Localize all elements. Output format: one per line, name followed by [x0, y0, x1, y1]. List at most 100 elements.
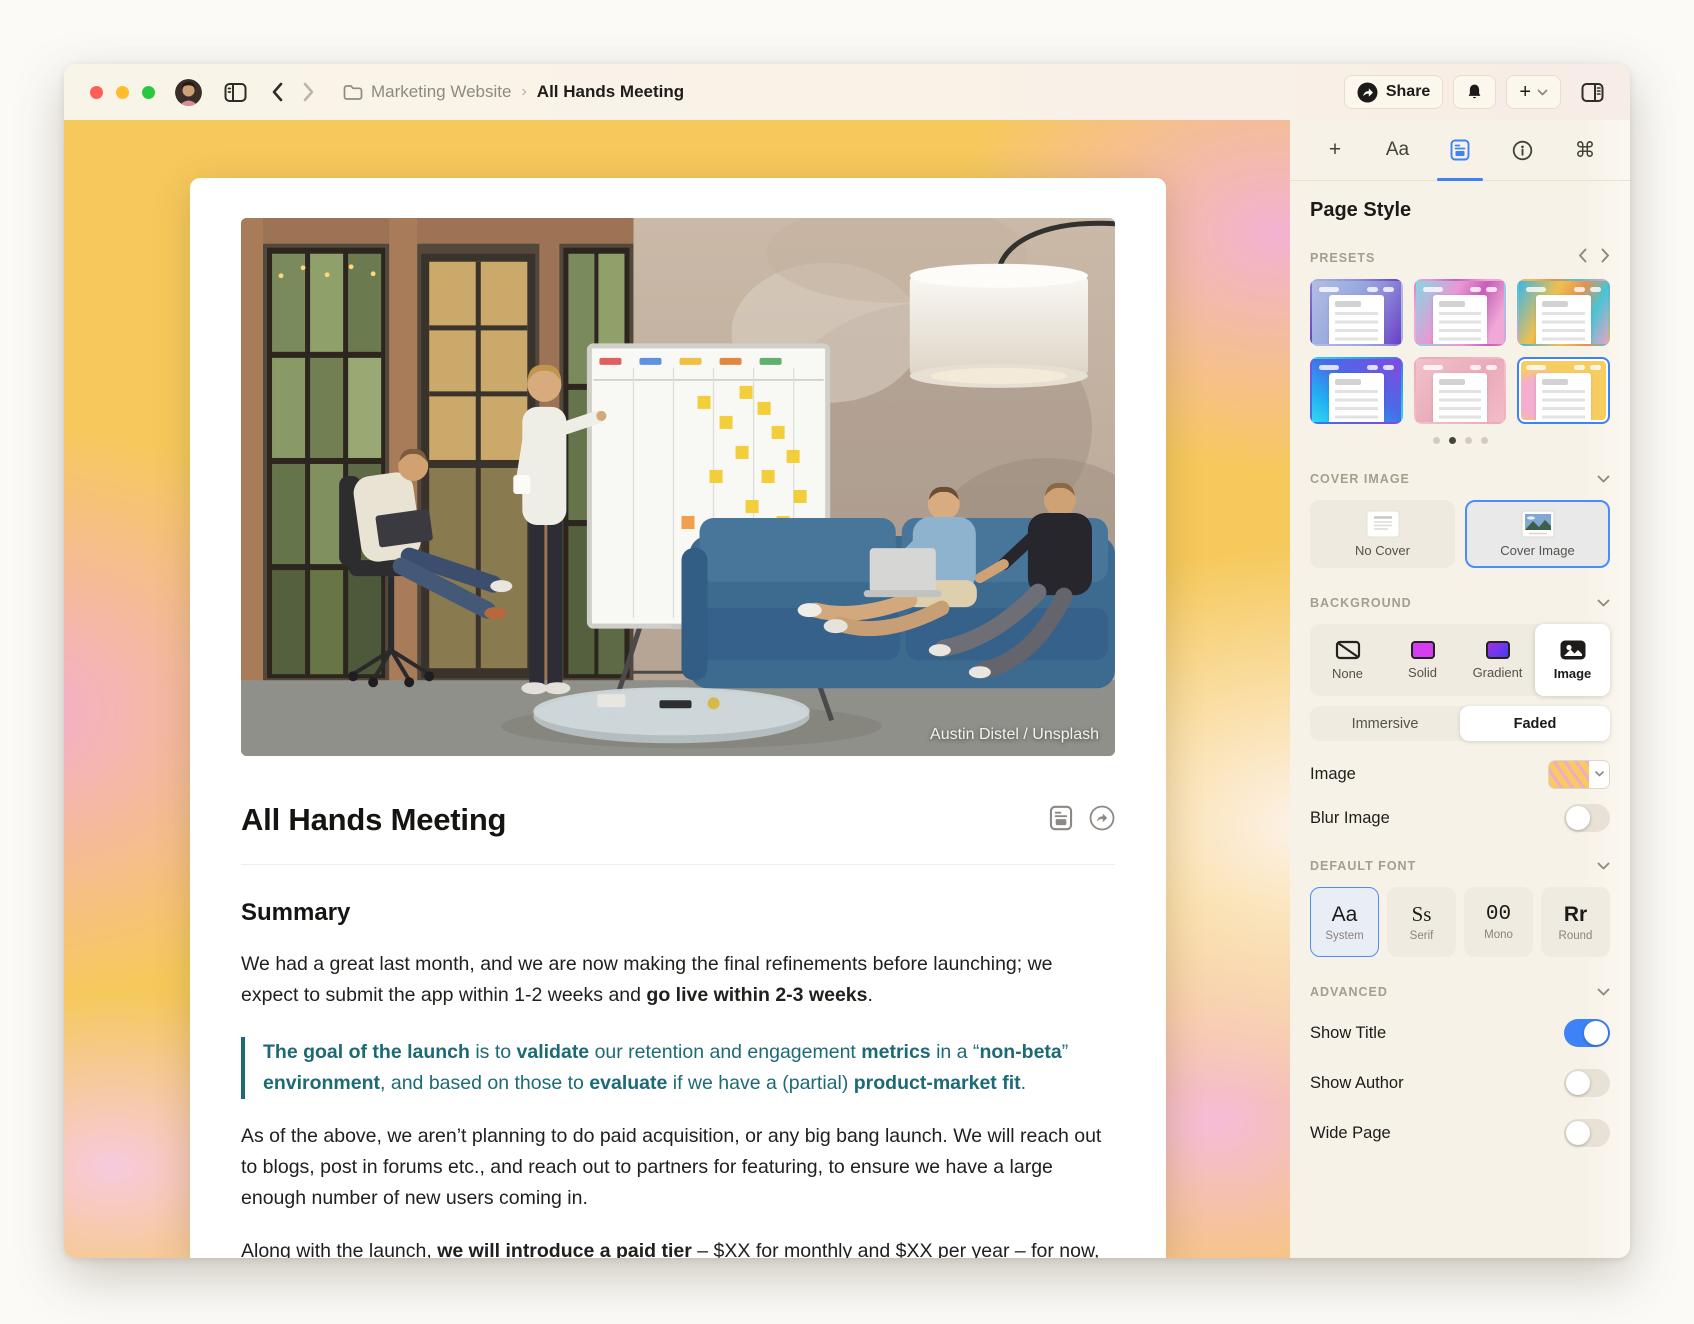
font-section-collapse-button[interactable]	[1597, 857, 1610, 875]
none-icon	[1335, 640, 1361, 660]
section-heading[interactable]: Summary	[241, 899, 1115, 927]
background-section-collapse-button[interactable]	[1597, 594, 1610, 612]
font-glyph: 00	[1486, 903, 1511, 926]
preset-thumbnail[interactable]	[1414, 279, 1507, 346]
avatar[interactable]	[175, 79, 202, 106]
cover-photo-illustration	[241, 218, 1115, 756]
paragraph[interactable]: We had a great last month, and we are no…	[241, 949, 1115, 1011]
preset-thumbnail[interactable]	[1310, 357, 1403, 424]
forward-button[interactable]	[303, 82, 315, 102]
share-button[interactable]: Share	[1344, 75, 1443, 109]
sidebar-left-icon	[224, 82, 247, 103]
info-icon	[1512, 140, 1533, 161]
preset-thumbnail-selected[interactable]	[1517, 357, 1610, 424]
show-author-label: Show Author	[1310, 1074, 1404, 1093]
solid-swatch-icon	[1411, 641, 1435, 659]
add-new-button[interactable]: +	[1506, 75, 1561, 109]
preset-thumbnail[interactable]	[1517, 279, 1610, 346]
breadcrumb-current[interactable]: All Hands Meeting	[537, 82, 684, 102]
show-title-toggle[interactable]	[1564, 1019, 1610, 1047]
presets-prev-button[interactable]	[1578, 248, 1587, 268]
tab-page-style[interactable]	[1445, 120, 1475, 181]
tab-text-style[interactable]: Aa	[1383, 120, 1413, 181]
cover-image-option-selected[interactable]: Cover Image	[1465, 500, 1610, 568]
cover-image[interactable]: Austin Distel / Unsplash	[241, 218, 1115, 756]
preset-thumbnail[interactable]	[1310, 279, 1403, 346]
wide-page-toggle[interactable]	[1564, 1119, 1610, 1147]
tab-info[interactable]	[1508, 120, 1538, 181]
cover-image-label: COVER IMAGE	[1310, 472, 1410, 486]
font-option-round[interactable]: Rr Round	[1541, 887, 1610, 957]
folder-icon	[343, 84, 363, 101]
tab-add-block[interactable]: +	[1320, 120, 1350, 181]
show-author-toggle[interactable]	[1564, 1069, 1610, 1097]
font-option-serif[interactable]: Ss Serif	[1387, 887, 1456, 957]
command-icon: ⌘	[1575, 138, 1596, 163]
page-title[interactable]: All Hands Meeting	[241, 802, 506, 838]
page-dot	[1465, 437, 1472, 444]
wide-page-label: Wide Page	[1310, 1124, 1391, 1143]
background-option-solid[interactable]: Solid	[1385, 624, 1460, 696]
toggle-right-sidebar-button[interactable]	[1581, 82, 1604, 103]
no-cover-option[interactable]: No Cover	[1310, 500, 1455, 568]
document-icon	[1366, 510, 1400, 538]
share-page-button[interactable]	[1089, 805, 1115, 836]
mode-faded-selected[interactable]: Faded	[1460, 706, 1610, 741]
background-option-none[interactable]: None	[1310, 624, 1385, 696]
close-button[interactable]	[90, 86, 103, 99]
preset-thumbnail[interactable]	[1414, 357, 1507, 424]
notifications-button[interactable]	[1453, 75, 1496, 109]
chevron-right-icon	[303, 82, 315, 102]
tab-shortcuts[interactable]: ⌘	[1570, 120, 1600, 181]
window-controls	[90, 86, 155, 99]
background-option-image-selected[interactable]: Image	[1535, 624, 1610, 696]
minimize-button[interactable]	[116, 86, 129, 99]
blur-image-toggle[interactable]	[1564, 804, 1610, 832]
font-options: Aa System Ss Serif 00 Mono Rr Round	[1310, 887, 1610, 957]
breadcrumb: Marketing Website › All Hands Meeting	[343, 82, 684, 102]
page-dot	[1433, 437, 1440, 444]
chevron-down-icon	[1537, 89, 1548, 96]
page-style-icon	[1450, 139, 1470, 161]
preset-preview	[1433, 373, 1488, 424]
gradient-swatch-icon	[1486, 641, 1510, 659]
plus-icon: +	[1329, 138, 1341, 162]
font-option-system-selected[interactable]: Aa System	[1310, 887, 1379, 957]
sidebar-panel: Page Style PRESETS	[1290, 181, 1630, 1171]
background-option-gradient[interactable]: Gradient	[1460, 624, 1535, 696]
presets-next-button[interactable]	[1601, 248, 1610, 268]
background-option-label: None	[1332, 666, 1363, 681]
breadcrumb-separator: ›	[521, 83, 526, 101]
toggle-left-sidebar-button[interactable]	[224, 82, 247, 103]
photo-thumbnail-icon	[1521, 510, 1555, 538]
paragraph[interactable]: As of the above, we aren’t planning to d…	[241, 1121, 1115, 1214]
image-swatch	[1549, 761, 1589, 788]
page-style-shortcut-button[interactable]	[1049, 805, 1073, 836]
document-canvas: Austin Distel / Unsplash All Hands Meeti…	[64, 120, 1290, 1258]
zoom-button[interactable]	[142, 86, 155, 99]
chevron-left-icon	[271, 82, 283, 102]
paragraph[interactable]: Along with the launch, we will introduce…	[241, 1236, 1115, 1258]
preset-preview	[1536, 295, 1591, 346]
mode-immersive[interactable]: Immersive	[1310, 706, 1460, 741]
font-glyph: Ss	[1412, 902, 1432, 927]
page-dot-active	[1449, 437, 1456, 444]
image-row-label: Image	[1310, 765, 1356, 784]
blur-image-label: Blur Image	[1310, 809, 1390, 828]
back-button[interactable]	[271, 82, 283, 102]
preset-page-dots	[1310, 437, 1610, 444]
preset-preview	[1433, 295, 1488, 346]
font-option-mono[interactable]: 00 Mono	[1464, 887, 1533, 957]
panel-title: Page Style	[1310, 199, 1610, 222]
forward-arrow-icon	[1089, 805, 1115, 831]
sidebar-tabbar: + Aa ⌘	[1290, 120, 1630, 181]
image-picker[interactable]	[1548, 760, 1610, 789]
quote-block[interactable]: The goal of the launch is to validate ou…	[241, 1037, 1115, 1099]
advanced-section-collapse-button[interactable]	[1597, 983, 1610, 1001]
cover-section-collapse-button[interactable]	[1597, 470, 1610, 488]
font-glyph: Aa	[1332, 903, 1358, 927]
font-name: System	[1325, 930, 1363, 942]
page-style-sidebar: + Aa ⌘	[1290, 120, 1630, 1258]
cover-image-option-label: Cover Image	[1500, 543, 1574, 558]
breadcrumb-folder[interactable]: Marketing Website	[371, 82, 511, 102]
